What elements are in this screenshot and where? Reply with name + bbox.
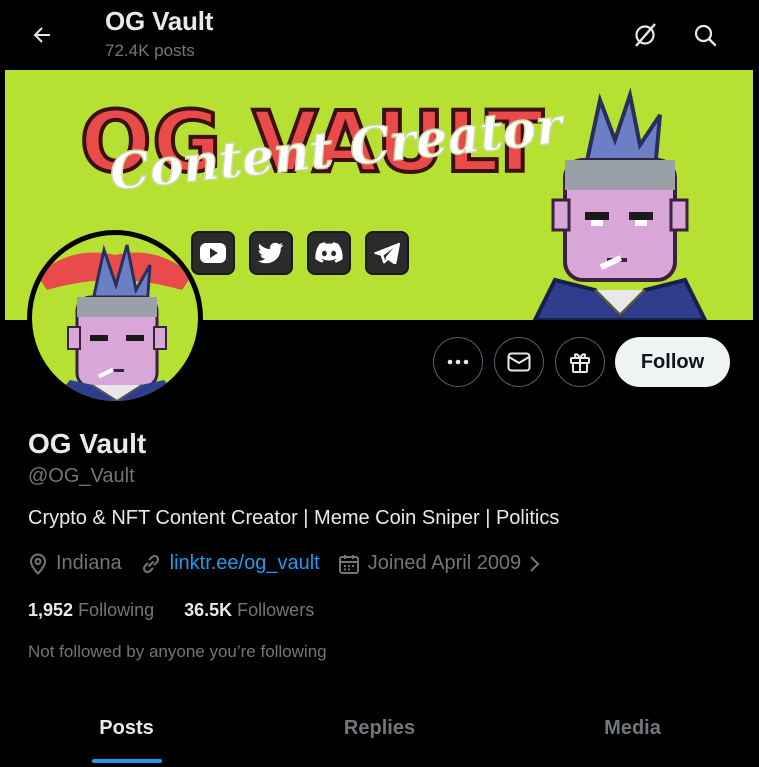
back-arrow-icon xyxy=(33,27,50,43)
youtube-icon xyxy=(193,233,233,273)
chevron-right-icon xyxy=(530,555,540,572)
link-icon xyxy=(142,554,159,573)
header-title-block: OG Vault 72.4K posts xyxy=(105,6,213,61)
discord-icon xyxy=(309,233,349,273)
tab-posts[interactable]: Posts xyxy=(0,690,253,767)
tab-media-label: Media xyxy=(604,717,661,739)
gift-button[interactable] xyxy=(555,337,605,387)
avatar-character-illustration xyxy=(37,244,192,401)
message-button[interactable] xyxy=(494,337,544,387)
more-icon xyxy=(447,359,469,365)
avatar-image xyxy=(32,235,198,401)
profile-stats: 1,952 Following 36.5K Followers xyxy=(28,600,344,621)
top-bar: OG Vault 72.4K posts xyxy=(0,0,759,70)
joined-text: Joined April 2009 xyxy=(367,552,522,574)
banner-social-row xyxy=(193,233,407,273)
active-tab-indicator xyxy=(91,759,162,763)
header-title: OG Vault xyxy=(105,6,214,36)
more-options-button[interactable] xyxy=(433,337,483,387)
tab-replies[interactable]: Replies xyxy=(253,690,506,767)
location-text: Indiana xyxy=(56,552,122,574)
mail-icon xyxy=(507,352,531,372)
search-button[interactable] xyxy=(686,16,724,54)
grok-button[interactable] xyxy=(626,16,664,54)
tab-media[interactable]: Media xyxy=(506,690,759,767)
profile-handle: @OG_Vault xyxy=(28,465,135,487)
location-pin-icon xyxy=(29,552,47,575)
grok-icon xyxy=(635,23,656,47)
following-stat[interactable]: 1,952 Following xyxy=(28,600,154,621)
following-label: Following xyxy=(78,600,155,620)
profile-joined[interactable]: Joined April 2009 xyxy=(338,552,541,575)
banner-character-illustration xyxy=(532,87,708,320)
profile-website[interactable]: linktr.ee/og_vault xyxy=(140,552,320,575)
search-icon xyxy=(694,24,717,47)
profile-display-name: OG Vault xyxy=(28,428,147,459)
gift-icon xyxy=(570,353,590,373)
profile-avatar[interactable] xyxy=(27,230,203,406)
website-link[interactable]: linktr.ee/og_vault xyxy=(170,552,320,575)
followers-stat[interactable]: 36.5K Followers xyxy=(184,600,314,621)
following-count: 1,952 xyxy=(28,600,74,620)
tab-posts-label: Posts xyxy=(99,717,154,739)
header-post-count: 72.4K posts xyxy=(105,41,195,60)
profile-tabs: Posts Replies Media xyxy=(0,690,759,767)
tab-replies-label: Replies xyxy=(343,717,416,739)
followers-label: Followers xyxy=(237,600,315,620)
twitter-icon xyxy=(251,233,291,273)
profile-meta-row: Indiana linktr.ee/og_vault Joined April … xyxy=(28,552,559,575)
not-followed-notice: Not followed by anyone you’re following xyxy=(28,642,327,661)
calendar-icon xyxy=(338,554,359,574)
back-button[interactable] xyxy=(22,15,62,55)
telegram-icon xyxy=(367,233,407,273)
profile-location: Indiana xyxy=(28,552,122,575)
follow-button[interactable]: Follow xyxy=(615,337,730,387)
followers-count: 36.5K xyxy=(184,600,233,620)
profile-bio: Crypto & NFT Content Creator | Meme Coin… xyxy=(28,507,560,529)
